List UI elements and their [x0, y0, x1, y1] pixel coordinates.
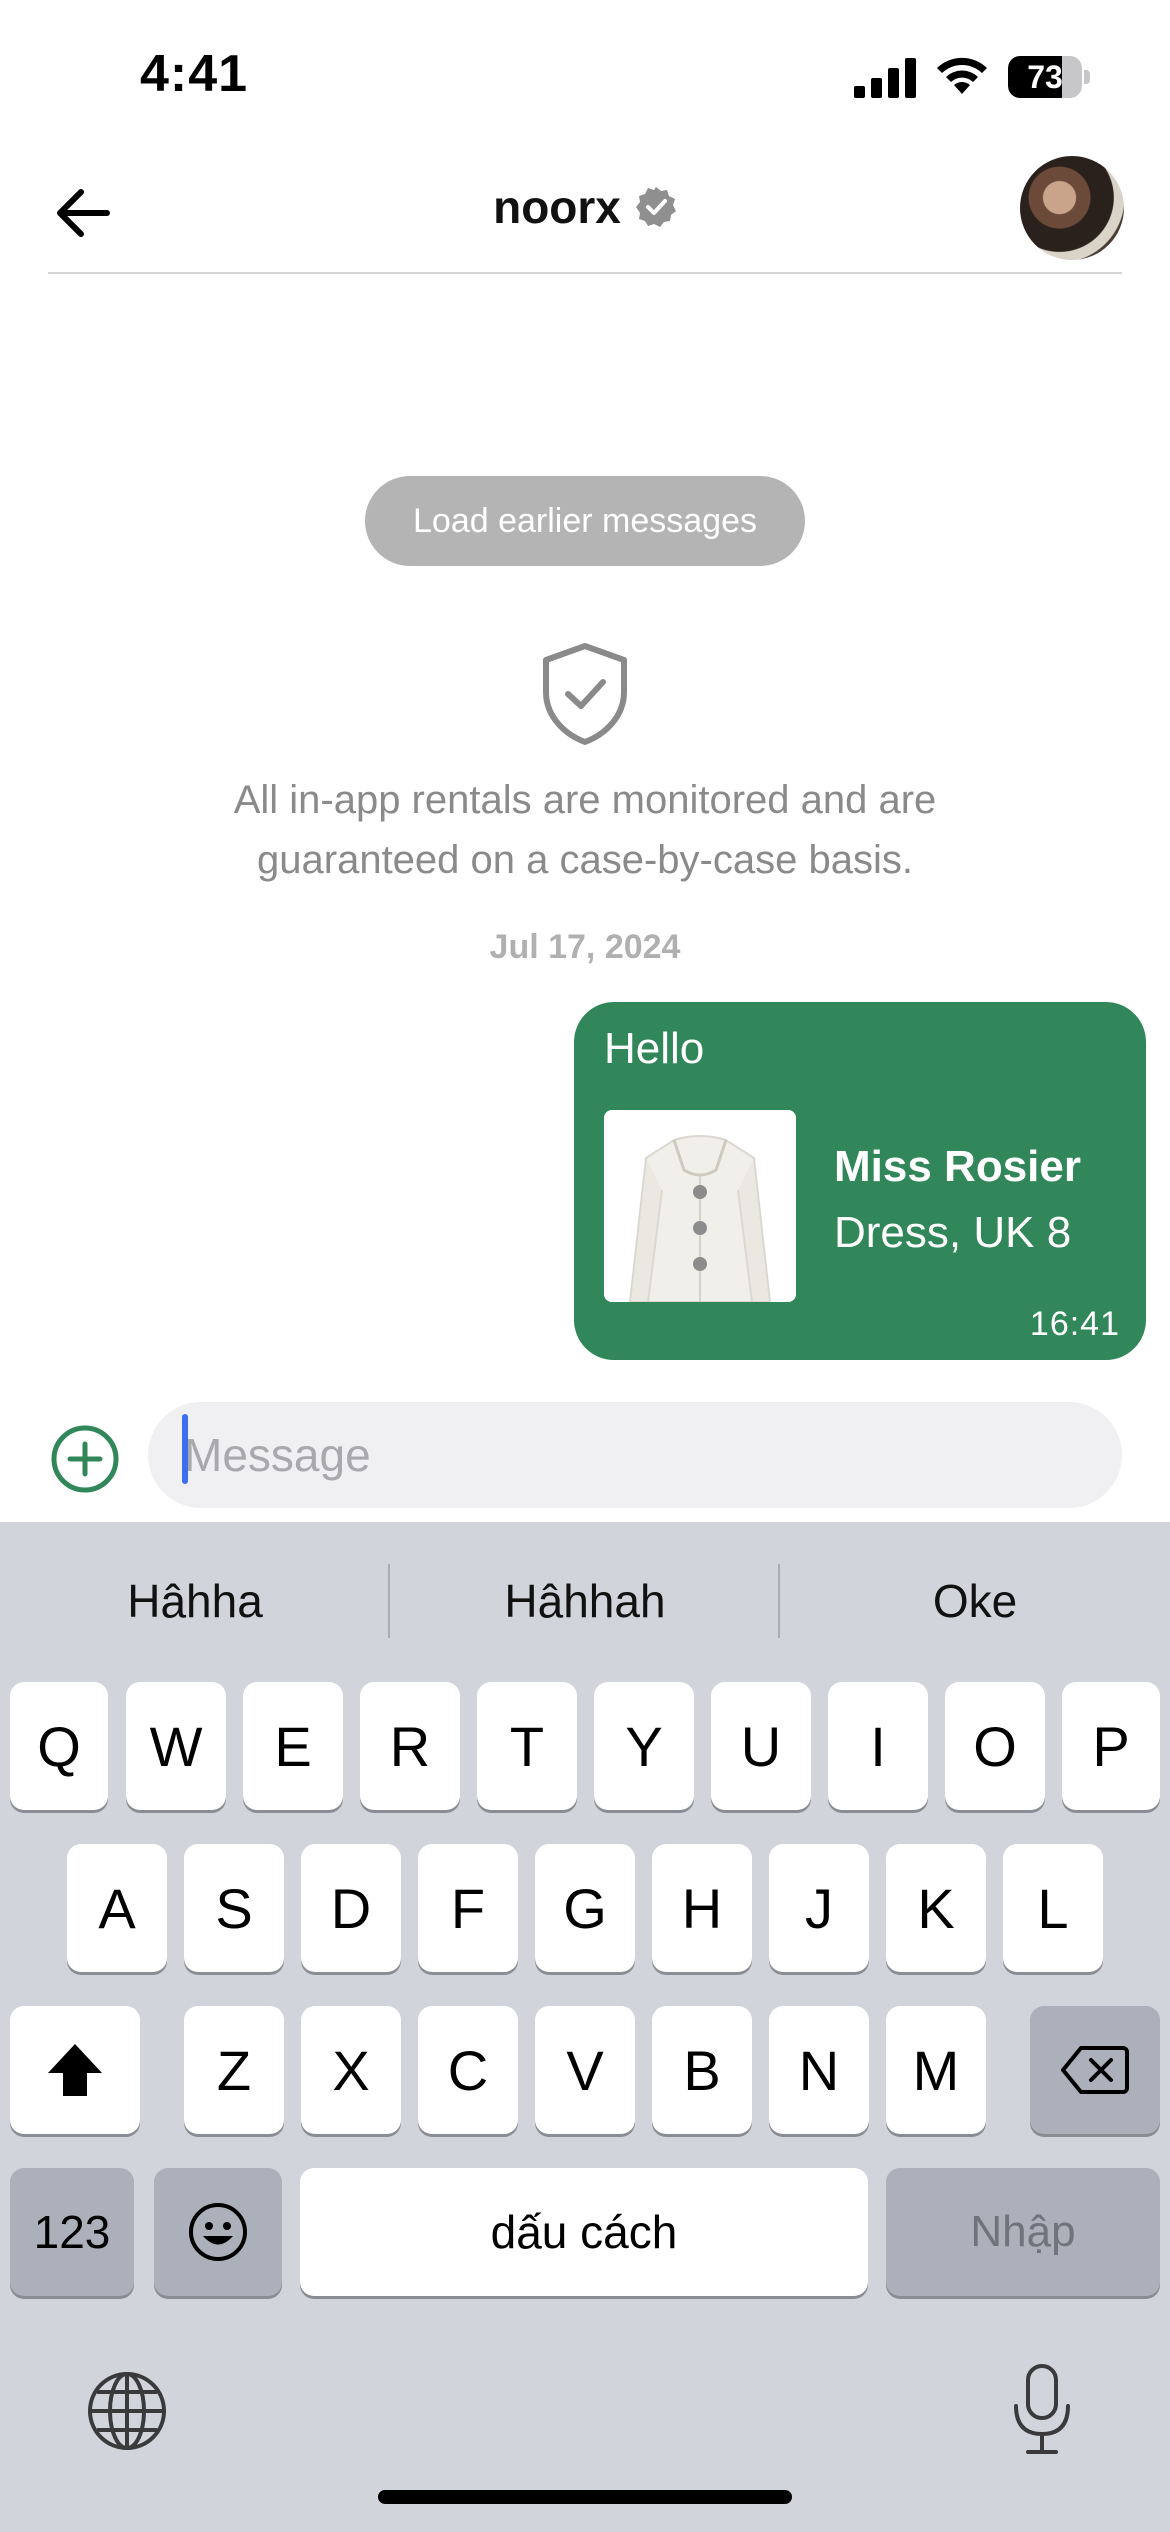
- key-k[interactable]: K: [886, 1844, 986, 1972]
- emoji-key[interactable]: [154, 2168, 282, 2296]
- username: noorx: [493, 181, 621, 233]
- product-description: Dress, UK 8: [834, 1208, 1072, 1257]
- suggestion-bar: Hâhha Hâhhah Oke: [0, 1552, 1170, 1650]
- key-n[interactable]: N: [769, 2006, 869, 2134]
- key-t[interactable]: T: [477, 1682, 577, 1810]
- key-q[interactable]: Q: [10, 1682, 108, 1810]
- product-image[interactable]: [604, 1110, 796, 1302]
- key-o[interactable]: O: [945, 1682, 1045, 1810]
- keyboard: Hâhha Hâhhah Oke Q W E R T Y U I O P A S…: [0, 1522, 1170, 2532]
- header-title: noorx: [0, 180, 1170, 234]
- status-time: 4:41: [140, 45, 249, 103]
- jacket-image: [604, 1110, 796, 1302]
- notice-line: guaranteed on a case-by-case basis.: [257, 838, 913, 882]
- backspace-icon: [1061, 2046, 1129, 2094]
- shield-check-icon: [543, 643, 627, 745]
- key-h[interactable]: H: [652, 1844, 752, 1972]
- suggestion-item[interactable]: Oke: [780, 1552, 1170, 1650]
- cellular-signal-icon: [854, 58, 916, 98]
- key-e[interactable]: E: [243, 1682, 343, 1810]
- suggestion-item[interactable]: Hâhha: [0, 1552, 390, 1650]
- outgoing-message-bubble[interactable]: Hello Miss Rosier Dress, UK 8 16:41: [574, 1002, 1146, 1360]
- key-p[interactable]: P: [1062, 1682, 1160, 1810]
- key-w[interactable]: W: [126, 1682, 226, 1810]
- home-indicator[interactable]: [378, 2490, 792, 2504]
- add-attachment-icon[interactable]: [50, 1424, 120, 1494]
- notice-line: All in-app rentals are monitored and are: [233, 778, 937, 822]
- emoji-icon: [189, 2203, 247, 2261]
- header-divider: [48, 272, 1122, 274]
- key-m[interactable]: M: [886, 2006, 986, 2134]
- key-c[interactable]: C: [418, 2006, 518, 2134]
- shift-key[interactable]: [10, 2006, 140, 2134]
- message-text: Hello: [604, 1024, 705, 1073]
- suggestion-item[interactable]: Hâhhah: [390, 1552, 780, 1650]
- space-key[interactable]: dấu cách: [300, 2168, 868, 2296]
- key-z[interactable]: Z: [184, 2006, 284, 2134]
- key-v[interactable]: V: [535, 2006, 635, 2134]
- globe-icon[interactable]: [86, 2370, 168, 2452]
- avatar[interactable]: [1020, 156, 1124, 260]
- key-x[interactable]: X: [301, 2006, 401, 2134]
- key-r[interactable]: R: [360, 1682, 460, 1810]
- battery-percent: 73: [1027, 59, 1063, 95]
- rental-guarantee-notice: All in-app rentals are monitored and are…: [100, 770, 1070, 890]
- key-f[interactable]: F: [418, 1844, 518, 1972]
- key-j[interactable]: J: [769, 1844, 869, 1972]
- key-y[interactable]: Y: [594, 1682, 694, 1810]
- shift-icon: [48, 2044, 102, 2096]
- key-a[interactable]: A: [67, 1844, 167, 1972]
- verified-badge-icon: [635, 187, 676, 227]
- wifi-icon: [937, 57, 987, 94]
- backspace-key[interactable]: [1030, 2006, 1160, 2134]
- key-b[interactable]: B: [652, 2006, 752, 2134]
- enter-key[interactable]: Nhập: [886, 2168, 1160, 2296]
- message-input[interactable]: [148, 1402, 1122, 1508]
- date-separator: Jul 17, 2024: [489, 928, 681, 966]
- battery-icon: 73: [1008, 56, 1090, 98]
- key-s[interactable]: S: [184, 1844, 284, 1972]
- key-g[interactable]: G: [535, 1844, 635, 1972]
- key-u[interactable]: U: [711, 1682, 811, 1810]
- chat-header: noorx: [0, 150, 1170, 274]
- message-timestamp: 16:41: [1029, 1305, 1120, 1343]
- microphone-icon[interactable]: [1010, 2362, 1074, 2458]
- key-l[interactable]: L: [1003, 1844, 1103, 1972]
- product-name: Miss Rosier: [834, 1142, 1081, 1191]
- text-cursor: [182, 1414, 188, 1484]
- status-bar: 4:41 73: [0, 0, 1170, 150]
- load-earlier-button[interactable]: Load earlier messages: [365, 476, 805, 566]
- numbers-key[interactable]: 123: [10, 2168, 134, 2296]
- key-i[interactable]: I: [828, 1682, 928, 1810]
- key-d[interactable]: D: [301, 1844, 401, 1972]
